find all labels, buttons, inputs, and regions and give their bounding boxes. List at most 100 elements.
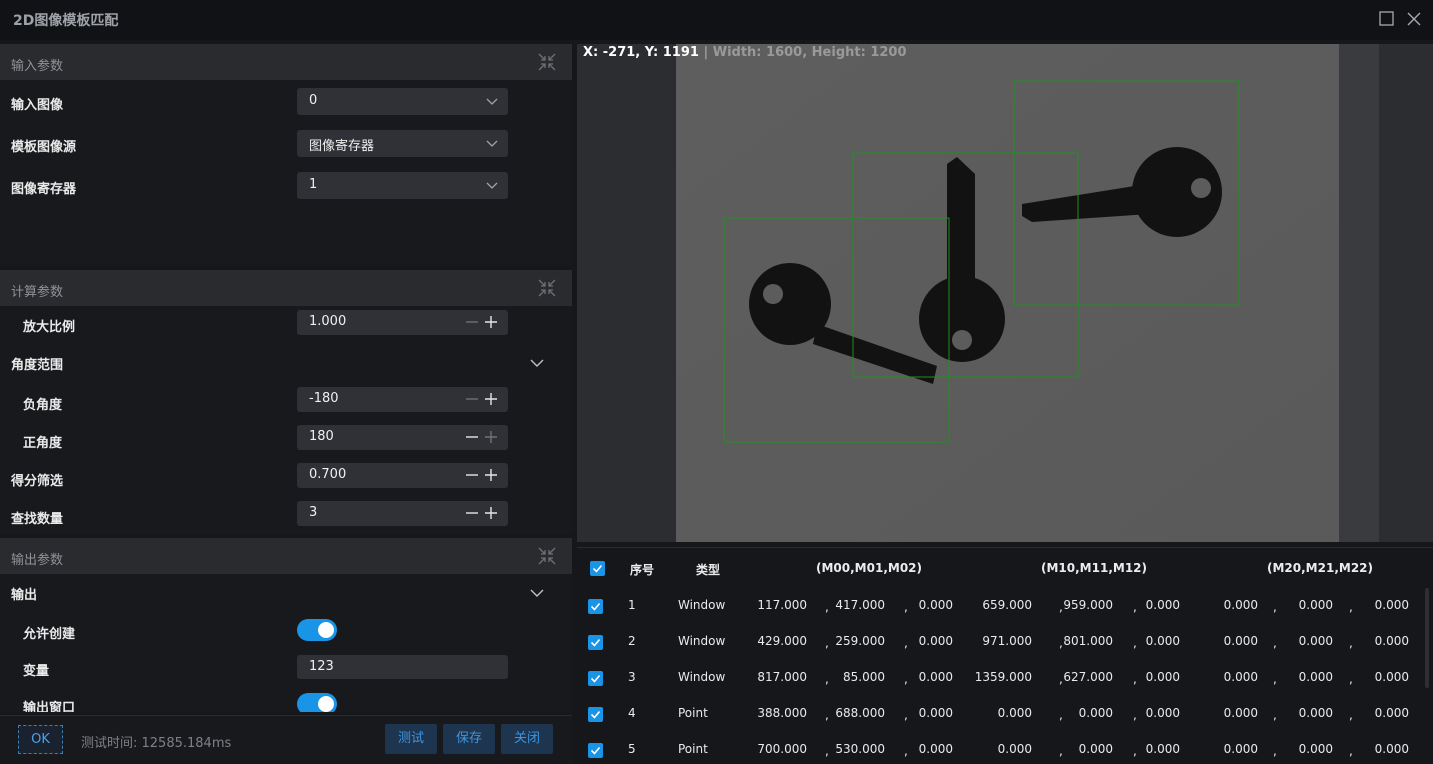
matrix-cell: 417.000 [835, 598, 885, 612]
minus-icon[interactable] [465, 430, 479, 444]
image-register-value: 1 [309, 177, 318, 192]
table-row[interactable]: 1 Window 117.000 417.000 0.000 659.000 959.000… [577, 598, 1427, 618]
input-image-select[interactable]: 0 [297, 88, 508, 115]
matrix-cell: 0.000 [1298, 706, 1333, 720]
input-params-section: 输入参数 输入图像 0 模板图像源 图像寄存器 图像寄存器 1 [0, 44, 572, 265]
image-register-select[interactable]: 1 [297, 172, 508, 199]
score-value: 0.700 [309, 467, 347, 482]
comma-separator: , [825, 600, 829, 614]
comma-separator: , [1273, 744, 1277, 758]
matrix-cell: 0.000 [1223, 634, 1258, 648]
row-checkbox[interactable] [588, 671, 603, 686]
variable-input[interactable]: 123 [297, 655, 508, 679]
row-checkbox[interactable] [588, 707, 603, 722]
chevron-down-icon [486, 98, 498, 105]
plus-icon[interactable] [484, 430, 498, 444]
collapse-icon[interactable] [538, 279, 556, 297]
comma-separator: , [1273, 636, 1277, 650]
matrix-cell: 0.000 [1223, 598, 1258, 612]
comma-separator: , [1273, 600, 1277, 614]
row-type: Window [678, 634, 726, 648]
row-checkbox[interactable] [588, 599, 603, 614]
matrix-cell: 971.000 [982, 634, 1032, 648]
matrix-cell: 429.000 [757, 634, 807, 648]
collapse-icon[interactable] [538, 53, 556, 71]
pos-angle-label: 正角度 [23, 436, 63, 451]
matrix-cell: 659.000 [982, 598, 1032, 612]
table-row[interactable]: 3 Window 817.000 85.000 0.000 1359.000 627.000… [577, 670, 1427, 690]
close-icon[interactable] [1404, 9, 1424, 29]
comma-separator: , [1059, 708, 1063, 722]
select-all-checkbox[interactable] [590, 561, 605, 576]
scale-label: 放大比例 [23, 320, 76, 335]
collapse-icon[interactable] [538, 547, 556, 565]
table-row[interactable]: 4 Point 388.000 688.000 0.000 0.000 0.000 0.000… [577, 706, 1427, 726]
toggle-knob [318, 622, 334, 638]
chevron-down-icon[interactable] [530, 588, 544, 598]
close-button[interactable]: 关闭 [501, 724, 553, 754]
plus-icon[interactable] [484, 468, 498, 482]
maximize-icon[interactable] [1377, 9, 1397, 29]
pos-angle-stepper[interactable]: 180 [297, 425, 508, 450]
comma-separator: , [1349, 708, 1353, 722]
matrix-cell: 259.000 [835, 634, 885, 648]
matrix-cell: 0.000 [1374, 598, 1409, 612]
minus-icon[interactable] [465, 468, 479, 482]
input-params-header[interactable]: 输入参数 [0, 44, 572, 80]
section-title: 输入参数 [11, 59, 64, 74]
matrix-cell: 0.000 [1298, 634, 1333, 648]
check-icon [590, 602, 601, 611]
matrix-cell: 85.000 [843, 670, 885, 684]
comma-separator: , [904, 744, 908, 758]
test-time: 测试时间: 12585.184ms [81, 736, 232, 751]
minus-icon[interactable] [465, 392, 479, 406]
allow-create-toggle[interactable] [297, 619, 337, 641]
ok-button[interactable]: OK [18, 725, 63, 754]
calc-params-header[interactable]: 计算参数 [0, 270, 572, 306]
template-source-select[interactable]: 图像寄存器 [297, 130, 508, 157]
neg-angle-stepper[interactable]: -180 [297, 387, 508, 412]
row-checkbox[interactable] [588, 635, 603, 650]
plus-icon[interactable] [484, 506, 498, 520]
matrix-cell: 0.000 [1298, 598, 1333, 612]
row-checkbox[interactable] [588, 743, 603, 758]
matrix-cell: 0.000 [1078, 706, 1113, 720]
comma-separator: , [1133, 672, 1137, 686]
save-button[interactable]: 保存 [443, 724, 495, 754]
matrix-cell: 388.000 [757, 706, 807, 720]
window-title: 2D图像模板匹配 [13, 13, 119, 29]
toggle-knob [318, 696, 334, 712]
test-button[interactable]: 测试 [385, 724, 437, 754]
matrix-cell: 0.000 [997, 706, 1032, 720]
row-index: 3 [628, 670, 636, 684]
score-stepper[interactable]: 0.700 [297, 463, 508, 488]
plus-icon[interactable] [484, 315, 498, 329]
row-type: Point [678, 742, 708, 756]
count-stepper[interactable]: 3 [297, 501, 508, 526]
comma-separator: , [1059, 600, 1063, 614]
comma-separator: , [1059, 744, 1063, 758]
matrix-cell: 688.000 [835, 706, 885, 720]
comma-separator: , [1349, 600, 1353, 614]
header-type: 类型 [696, 563, 721, 577]
image-viewer[interactable]: X: -271, Y: 1191 | Width: 1600, Height: … [577, 44, 1433, 542]
title-bar: 2D图像模板匹配 [0, 0, 1433, 40]
table-row[interactable]: 2 Window 429.000 259.000 0.000 971.000 801.000… [577, 634, 1427, 654]
minus-icon[interactable] [465, 315, 479, 329]
pos-angle-value: 180 [309, 429, 334, 444]
row-index: 2 [628, 634, 636, 648]
matrix-cell: 0.000 [1223, 670, 1258, 684]
matrix-cell: 0.000 [1298, 742, 1333, 756]
chevron-down-icon[interactable] [530, 358, 544, 368]
table-row[interactable]: 5 Point 700.000 530.000 0.000 0.000 0.000 0.000… [577, 742, 1427, 762]
scale-stepper[interactable]: 1.000 [297, 310, 508, 335]
comma-separator: , [1133, 744, 1137, 758]
matrix-cell: 700.000 [757, 742, 807, 756]
output-window-toggle[interactable] [297, 693, 337, 712]
comma-separator: , [1133, 600, 1137, 614]
plus-icon[interactable] [484, 392, 498, 406]
output-params-header[interactable]: 输出参数 [0, 538, 572, 574]
minus-icon[interactable] [465, 506, 479, 520]
row-index: 1 [628, 598, 636, 612]
scrollbar[interactable] [1425, 588, 1429, 688]
